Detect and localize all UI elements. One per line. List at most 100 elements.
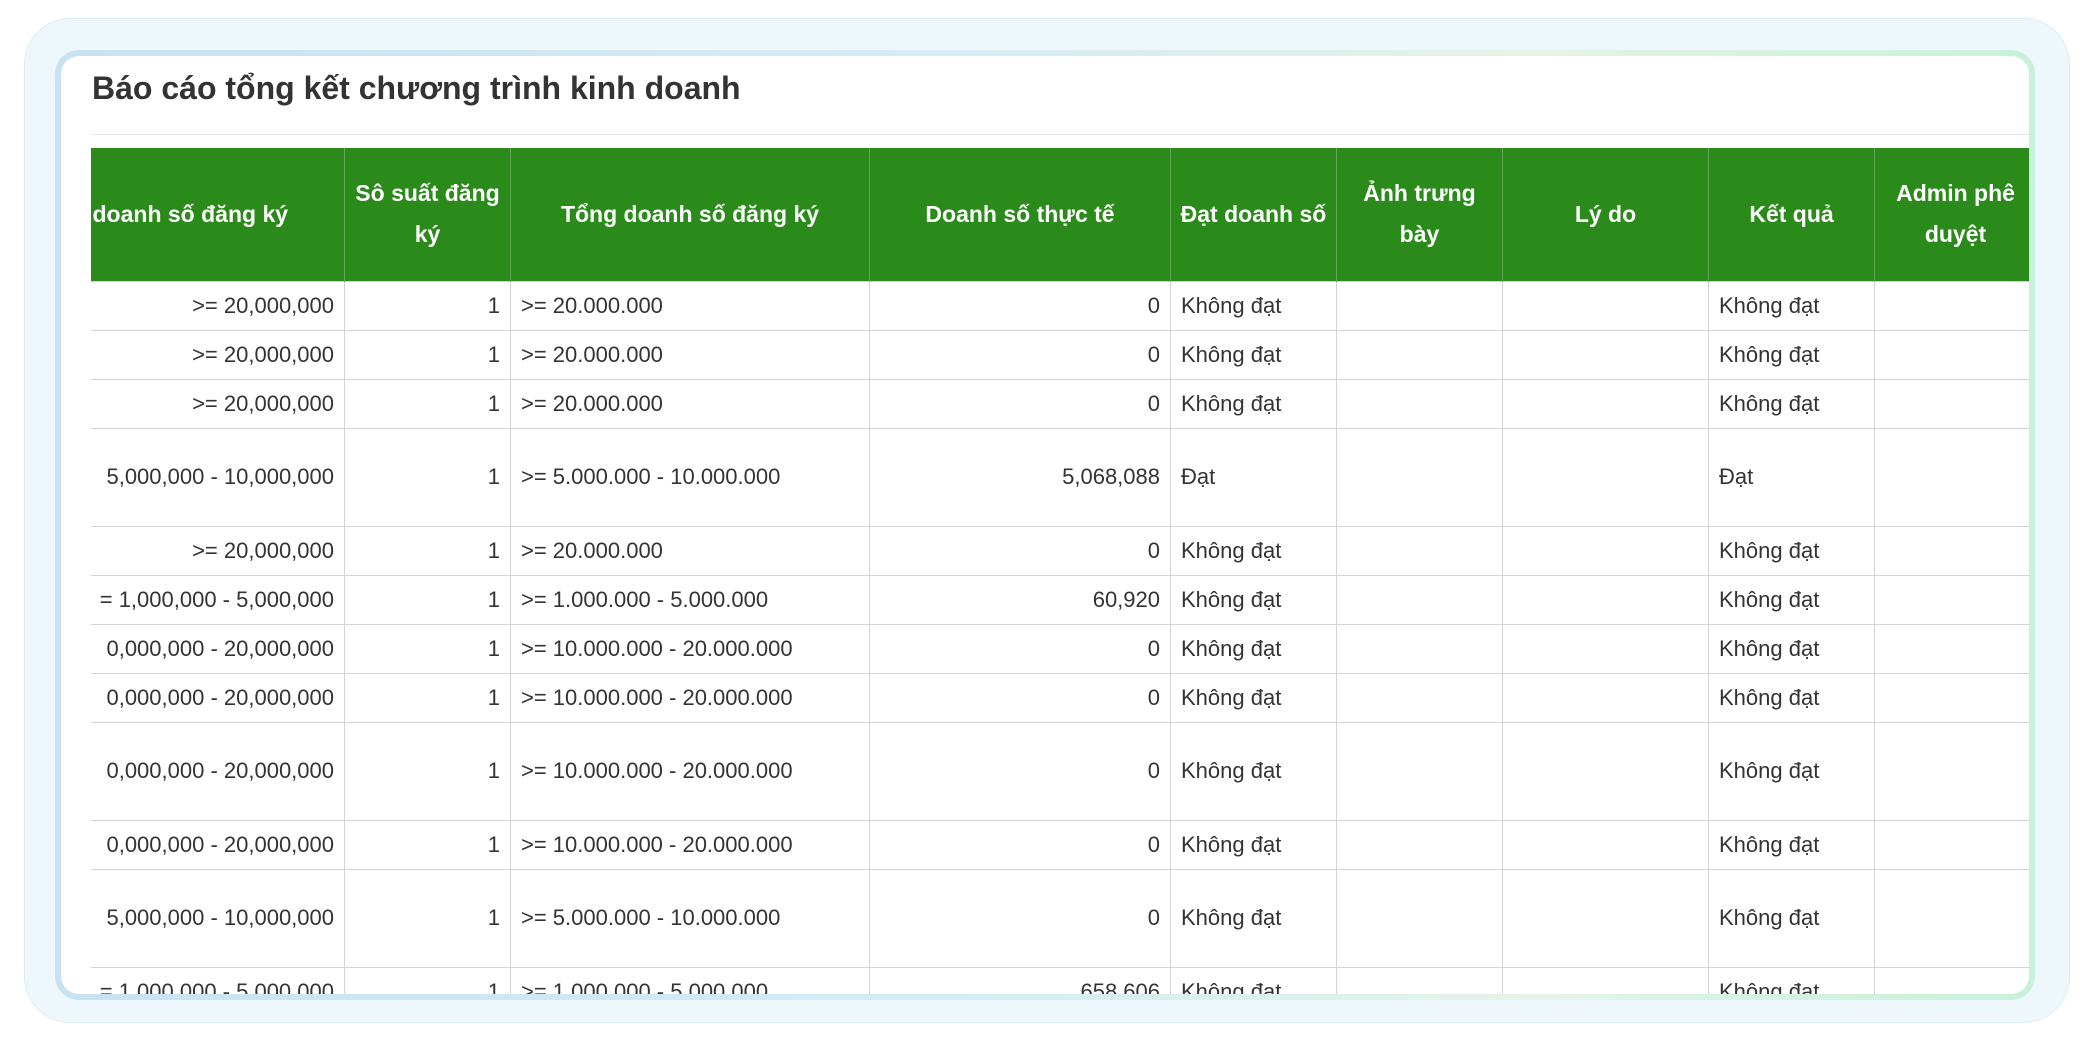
cell-actual-sales: 0 bbox=[869, 672, 1171, 723]
cell-sales-met: Không đạt bbox=[1170, 672, 1337, 723]
cell-slots: 1 bbox=[344, 868, 511, 968]
cell-sales-met: Không đạt bbox=[1170, 868, 1337, 968]
cell-result: Không đạt bbox=[1708, 966, 1875, 994]
cell-registered-range: 0,000,000 - 20,000,000 bbox=[91, 623, 345, 674]
cell-registered-range: >= 20,000,000 bbox=[91, 378, 345, 429]
table-scroll-area[interactable]: doanh số đăng ký Sô suất đăng ký Tổng do… bbox=[91, 148, 2029, 994]
cell-sales-met: Đạt bbox=[1170, 427, 1337, 527]
cell-reason bbox=[1502, 574, 1709, 625]
cell-actual-sales: 0 bbox=[869, 623, 1171, 674]
cell-registered-range: >= 20,000,000 bbox=[91, 525, 345, 576]
cell-total-registered: >= 10.000.000 - 20.000.000 bbox=[510, 672, 870, 723]
cell-registered-range: 0,000,000 - 20,000,000 bbox=[91, 672, 345, 723]
report-card: Báo cáo tổng kết chương trình kinh doanh… bbox=[61, 56, 2029, 994]
cell-reason bbox=[1502, 966, 1709, 994]
cell-total-registered: >= 20.000.000 bbox=[510, 280, 870, 331]
header-actual-sales: Doanh số thực tế bbox=[869, 148, 1171, 281]
cell-reason bbox=[1502, 525, 1709, 576]
cell-registered-range: >= 20,000,000 bbox=[91, 329, 345, 380]
cell-admin-approval bbox=[1874, 868, 2029, 968]
cell-slots: 1 bbox=[344, 280, 511, 331]
cell-sales-met: Không đạt bbox=[1170, 574, 1337, 625]
report-frame: Báo cáo tổng kết chương trình kinh doanh… bbox=[55, 50, 2035, 1000]
cell-result: Không đạt bbox=[1708, 574, 1875, 625]
cell-actual-sales: 0 bbox=[869, 819, 1171, 870]
cell-total-registered: >= 10.000.000 - 20.000.000 bbox=[510, 819, 870, 870]
header-registered-range: doanh số đăng ký bbox=[91, 148, 345, 281]
table-row: 0,000,000 - 20,000,000 1 >= 10.000.000 -… bbox=[91, 623, 2029, 674]
table-row: >= 20,000,000 1 >= 20.000.000 0 Không đạ… bbox=[91, 525, 2029, 576]
cell-slots: 1 bbox=[344, 819, 511, 870]
cell-display-photo bbox=[1336, 819, 1503, 870]
cell-slots: 1 bbox=[344, 623, 511, 674]
table-row: = 1,000,000 - 5,000,000 1 >= 1.000.000 -… bbox=[91, 966, 2029, 994]
cell-slots: 1 bbox=[344, 574, 511, 625]
header-reason: Lý do bbox=[1502, 148, 1709, 281]
cell-result: Không đạt bbox=[1708, 819, 1875, 870]
cell-slots: 1 bbox=[344, 672, 511, 723]
cell-actual-sales: 658,606 bbox=[869, 966, 1171, 994]
cell-reason bbox=[1502, 672, 1709, 723]
header-slots: Sô suất đăng ký bbox=[344, 148, 511, 281]
cell-total-registered: >= 20.000.000 bbox=[510, 329, 870, 380]
cell-sales-met: Không đạt bbox=[1170, 378, 1337, 429]
cell-result: Không đạt bbox=[1708, 623, 1875, 674]
cell-reason bbox=[1502, 623, 1709, 674]
cell-actual-sales: 5,068,088 bbox=[869, 427, 1171, 527]
cell-admin-approval bbox=[1874, 966, 2029, 994]
cell-total-registered: >= 10.000.000 - 20.000.000 bbox=[510, 623, 870, 674]
table-row: 0,000,000 - 20,000,000 1 >= 10.000.000 -… bbox=[91, 721, 2029, 821]
cell-admin-approval bbox=[1874, 280, 2029, 331]
cell-actual-sales: 0 bbox=[869, 721, 1171, 821]
report-table: doanh số đăng ký Sô suất đăng ký Tổng do… bbox=[91, 148, 2029, 994]
cell-result: Không đạt bbox=[1708, 525, 1875, 576]
cell-registered-range: 0,000,000 - 20,000,000 bbox=[91, 819, 345, 870]
cell-display-photo bbox=[1336, 574, 1503, 625]
cell-actual-sales: 0 bbox=[869, 329, 1171, 380]
cell-display-photo bbox=[1336, 329, 1503, 380]
cell-reason bbox=[1502, 329, 1709, 380]
cell-sales-met: Không đạt bbox=[1170, 329, 1337, 380]
cell-result: Không đạt bbox=[1708, 378, 1875, 429]
cell-registered-range: >= 20,000,000 bbox=[91, 280, 345, 331]
cell-sales-met: Không đạt bbox=[1170, 966, 1337, 994]
cell-admin-approval bbox=[1874, 329, 2029, 380]
cell-admin-approval bbox=[1874, 721, 2029, 821]
cell-admin-approval bbox=[1874, 819, 2029, 870]
cell-result: Không đạt bbox=[1708, 280, 1875, 331]
table-header: doanh số đăng ký Sô suất đăng ký Tổng do… bbox=[91, 148, 2029, 281]
cell-total-registered: >= 20.000.000 bbox=[510, 525, 870, 576]
cell-slots: 1 bbox=[344, 721, 511, 821]
cell-registered-range: = 1,000,000 - 5,000,000 bbox=[91, 966, 345, 994]
cell-total-registered: >= 1.000.000 - 5.000.000 bbox=[510, 966, 870, 994]
cell-display-photo bbox=[1336, 525, 1503, 576]
cell-result: Không đạt bbox=[1708, 868, 1875, 968]
cell-total-registered: >= 10.000.000 - 20.000.000 bbox=[510, 721, 870, 821]
cell-display-photo bbox=[1336, 868, 1503, 968]
cell-reason bbox=[1502, 378, 1709, 429]
cell-admin-approval bbox=[1874, 378, 2029, 429]
table-row: 5,000,000 - 10,000,000 1 >= 5.000.000 - … bbox=[91, 427, 2029, 527]
cell-reason bbox=[1502, 721, 1709, 821]
cell-reason bbox=[1502, 427, 1709, 527]
cell-display-photo bbox=[1336, 378, 1503, 429]
cell-sales-met: Không đạt bbox=[1170, 280, 1337, 331]
title-divider bbox=[91, 134, 2029, 135]
cell-registered-range: 0,000,000 - 20,000,000 bbox=[91, 721, 345, 821]
cell-result: Đạt bbox=[1708, 427, 1875, 527]
header-admin-approval: Admin phê duyệt bbox=[1874, 148, 2029, 281]
table-row: 5,000,000 - 10,000,000 1 >= 5.000.000 - … bbox=[91, 868, 2029, 968]
cell-registered-range: = 1,000,000 - 5,000,000 bbox=[91, 574, 345, 625]
cell-actual-sales: 0 bbox=[869, 378, 1171, 429]
cell-sales-met: Không đạt bbox=[1170, 819, 1337, 870]
cell-slots: 1 bbox=[344, 525, 511, 576]
cell-total-registered: >= 5.000.000 - 10.000.000 bbox=[510, 868, 870, 968]
cell-display-photo bbox=[1336, 427, 1503, 527]
cell-sales-met: Không đạt bbox=[1170, 525, 1337, 576]
cell-admin-approval bbox=[1874, 574, 2029, 625]
cell-registered-range: 5,000,000 - 10,000,000 bbox=[91, 427, 345, 527]
cell-slots: 1 bbox=[344, 378, 511, 429]
cell-display-photo bbox=[1336, 672, 1503, 723]
cell-actual-sales: 0 bbox=[869, 525, 1171, 576]
cell-slots: 1 bbox=[344, 427, 511, 527]
